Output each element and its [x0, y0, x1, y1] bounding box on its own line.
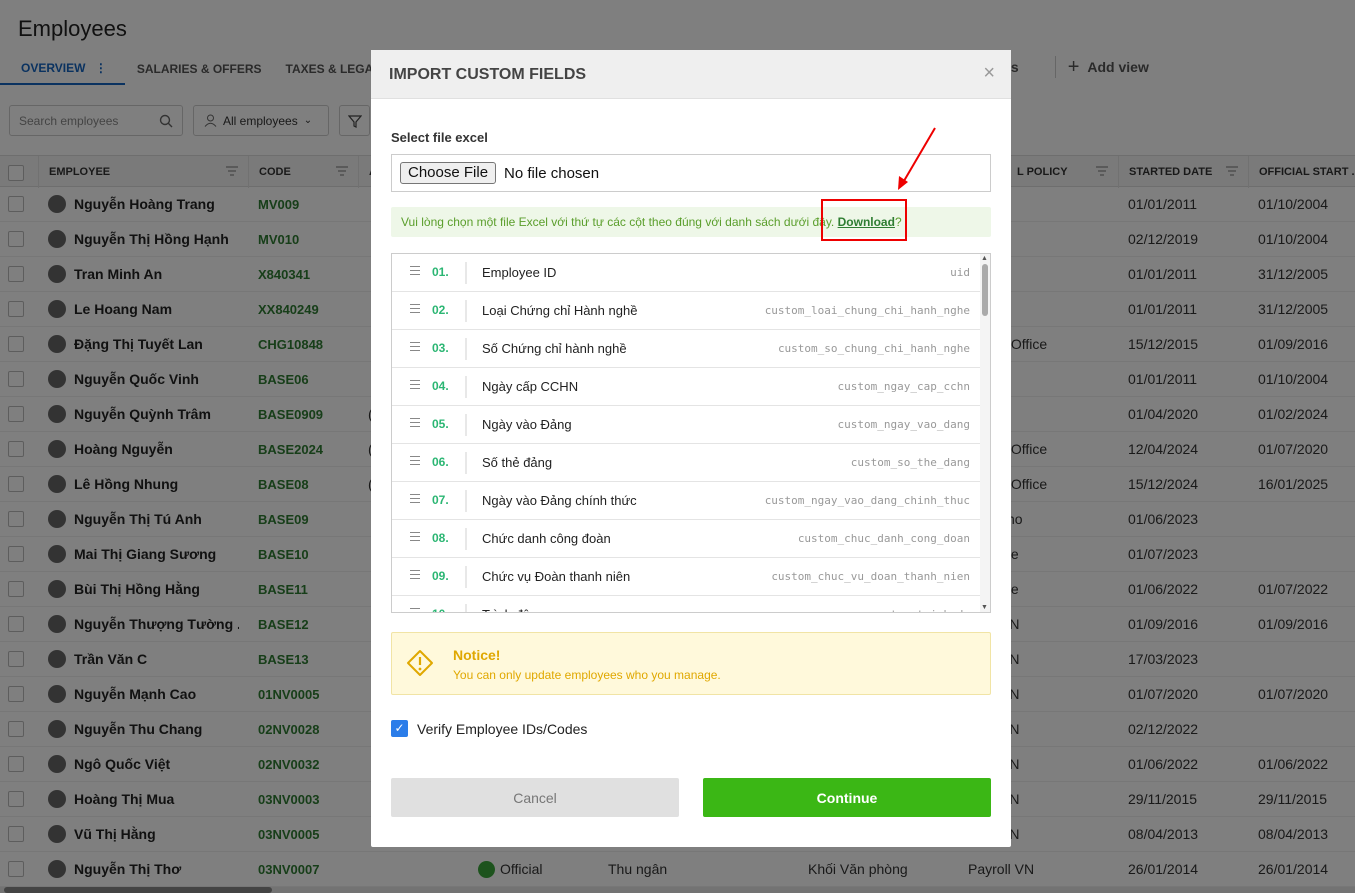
drag-handle-icon[interactable]	[410, 532, 420, 544]
file-label: Select file excel	[391, 130, 488, 145]
drag-handle-icon[interactable]	[410, 380, 420, 392]
list-item[interactable]: 10. Trình độ custom_trinh_do	[392, 596, 990, 612]
field-divider	[465, 566, 467, 588]
dialog-title: IMPORT CUSTOM FIELDS	[389, 66, 587, 83]
list-item[interactable]: 08. Chức danh công đoàn custom_chuc_danh_c…	[392, 520, 990, 558]
file-status: No file chosen	[504, 164, 600, 182]
field-divider	[465, 414, 467, 436]
field-key: custom_ngay_vao_dang	[837, 418, 970, 431]
field-key: custom_chuc_danh_cong_doan	[797, 532, 970, 545]
verify-ids-label: Verify Employee IDs/Codes	[417, 720, 588, 737]
field-key: custom_trinh_do	[871, 608, 970, 612]
notice-text: You can only update employees who you ma…	[453, 668, 721, 682]
field-name: Ngày vào Đảng	[482, 417, 572, 432]
field-divider	[465, 338, 467, 360]
field-key: custom_loai_chung_chi_hanh_nghe	[764, 304, 970, 317]
field-number: 02.	[432, 303, 449, 317]
field-divider	[465, 452, 467, 474]
field-key: custom_ngay_cap_cchn	[837, 380, 970, 393]
field-key: custom_so_chung_chi_hanh_nghe	[777, 342, 970, 355]
import-custom-fields-dialog: IMPORT CUSTOM FIELDS × Select file excel…	[371, 50, 1011, 847]
continue-button[interactable]: Continue	[703, 778, 991, 817]
drag-handle-icon[interactable]	[410, 570, 420, 582]
field-number: 08.	[432, 531, 449, 545]
warning-icon	[407, 650, 433, 676]
checkmark-icon[interactable]: ✓	[391, 720, 408, 737]
field-name: Loại Chứng chỉ Hành nghề	[482, 303, 638, 318]
drag-handle-icon[interactable]	[410, 266, 420, 278]
drag-handle-icon[interactable]	[410, 304, 420, 316]
drag-handle-icon[interactable]	[410, 342, 420, 354]
field-name: Chức vụ Đoàn thanh niên	[482, 569, 631, 584]
drag-handle-icon[interactable]	[410, 608, 420, 612]
drag-handle-icon[interactable]	[410, 418, 420, 430]
field-divider	[465, 376, 467, 398]
cancel-button[interactable]: Cancel	[391, 778, 679, 817]
field-divider	[465, 262, 467, 284]
field-key: custom_ngay_vao_dang_chinh_thuc	[764, 494, 970, 507]
field-number: 07.	[432, 493, 449, 507]
field-name: Employee ID	[482, 265, 557, 280]
field-number: 06.	[432, 455, 449, 469]
field-name: Trình độ	[482, 607, 530, 612]
field-number: 10.	[432, 607, 449, 612]
field-name: Ngày cấp CCHN	[482, 379, 579, 394]
notice-title: Notice!	[453, 647, 501, 663]
field-number: 04.	[432, 379, 449, 393]
field-divider	[465, 300, 467, 322]
field-divider	[465, 528, 467, 550]
list-item[interactable]: 04. Ngày cấp CCHN custom_ngay_cap_cchn	[392, 368, 990, 406]
field-name: Số Chứng chỉ hành nghề	[482, 341, 627, 356]
field-number: 09.	[432, 569, 449, 583]
field-number: 01.	[432, 265, 449, 279]
annotation-highlight-box	[821, 199, 907, 241]
close-icon[interactable]: ×	[983, 62, 995, 85]
list-item[interactable]: 05. Ngày vào Đảng custom_ngay_vao_dang	[392, 406, 990, 444]
field-number: 03.	[432, 341, 449, 355]
field-name: Chức danh công đoàn	[482, 531, 611, 546]
drag-handle-icon[interactable]	[410, 456, 420, 468]
list-item[interactable]: 02. Loại Chứng chỉ Hành nghề custom_loai_c…	[392, 292, 990, 330]
scroll-up-icon[interactable]: ▲	[981, 255, 988, 262]
field-name: Ngày vào Đảng chính thức	[482, 493, 637, 508]
dialog-header: IMPORT CUSTOM FIELDS ×	[371, 50, 1011, 99]
list-item[interactable]: 01. Employee ID uid	[392, 254, 990, 292]
list-item[interactable]: 07. Ngày vào Đảng chính thức custom_ngay_v…	[392, 482, 990, 520]
field-divider	[465, 490, 467, 512]
field-divider	[465, 604, 467, 612]
verify-ids-checkbox[interactable]: ✓ Verify Employee IDs/Codes	[391, 720, 587, 737]
field-key: uid	[950, 266, 970, 279]
list-item[interactable]: 09. Chức vụ Đoàn thanh niên custom_chuc_vu…	[392, 558, 990, 596]
scroll-down-icon[interactable]: ▼	[981, 604, 988, 611]
choose-file-button[interactable]: Choose File	[400, 162, 497, 184]
list-scrollbar[interactable]: ▲ ▼	[980, 254, 990, 612]
field-key: custom_so_the_dang	[850, 456, 970, 469]
field-name: Số thẻ đảng	[482, 455, 553, 470]
scrollbar-thumb[interactable]	[982, 264, 988, 316]
download-hint-text: Vui lòng chọn một file Excel với thứ tự …	[401, 215, 835, 229]
annotation-arrow-icon	[898, 127, 936, 190]
list-item[interactable]: 03. Số Chứng chỉ hành nghề custom_so_chung…	[392, 330, 990, 368]
list-item[interactable]: 06. Số thẻ đảng custom_so_the_dang	[392, 444, 990, 482]
field-order-list[interactable]: 01. Employee ID uid 02. Loại Chứng chỉ Hành …	[391, 253, 991, 613]
drag-handle-icon[interactable]	[410, 494, 420, 506]
field-number: 05.	[432, 417, 449, 431]
field-key: custom_chuc_vu_doan_thanh_nien	[771, 570, 970, 583]
notice-box: Notice! You can only update employees wh…	[391, 632, 991, 695]
